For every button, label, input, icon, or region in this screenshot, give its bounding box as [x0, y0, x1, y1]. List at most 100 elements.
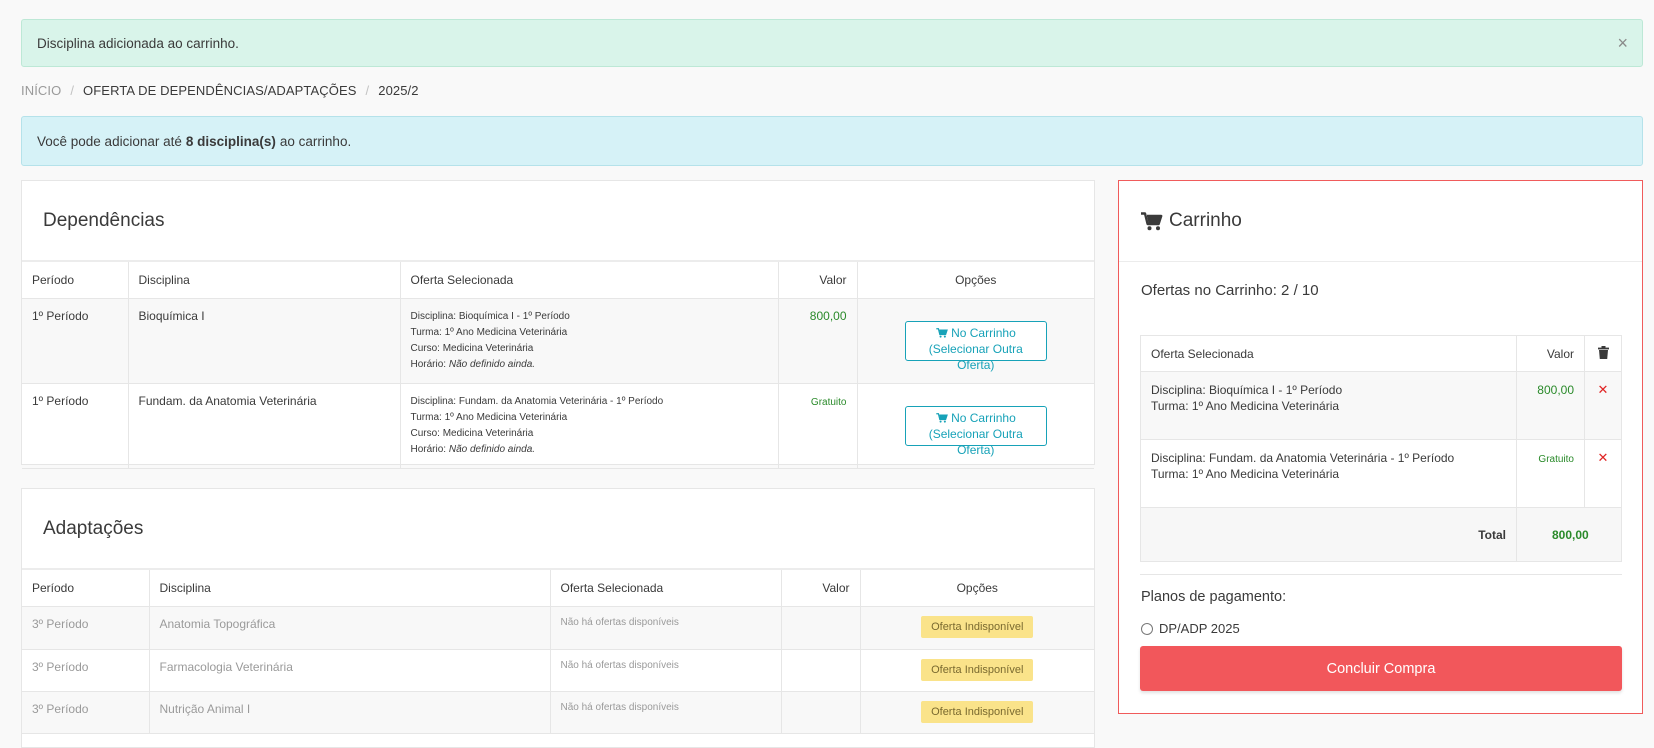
breadcrumb-term: 2025/2 — [378, 83, 419, 98]
cell-periodo: 3º Período — [22, 691, 150, 734]
table-row: 3º Período Farmacologia Veterinária Não … — [22, 649, 1094, 692]
remove-item-icon[interactable]: ✕ — [1598, 450, 1609, 465]
info-alert-highlight: 8 disciplina(s) — [185, 133, 276, 149]
cell-disciplina: Fundam. da Anatomia Veterinária — [128, 383, 401, 469]
cart-total-value: 800,00 — [1516, 507, 1622, 562]
cart-table: Oferta Selecionada Valor Disciplina: Bio… — [1140, 335, 1622, 562]
close-icon[interactable]: × — [1617, 33, 1628, 53]
breadcrumb-home[interactable]: INÍCIO — [21, 83, 61, 98]
table-row: 1º Período Bioquímica I Disciplina: Bioq… — [22, 298, 1094, 384]
dependencias-title: Dependências — [22, 181, 1094, 262]
header-trash — [1584, 335, 1622, 372]
cart-total-row: Total 800,00 — [1140, 507, 1622, 562]
cart-item-row: Disciplina: Fundam. da Anatomia Veteriná… — [1140, 439, 1622, 508]
payment-plan-label: DP/ADP 2025 — [1159, 621, 1240, 636]
offer-horario-value: Não definido ainda. — [448, 358, 536, 370]
offer-turma: Turma: 1º Ano Medicina Veterinária — [410, 411, 568, 423]
cell-valor — [781, 691, 861, 734]
table-row: 3º Período Anatomia Topográfica Não há o… — [22, 606, 1094, 650]
offer-curso: Curso: Medicina Veterinária — [410, 342, 534, 354]
offer-disciplina: Disciplina: Bioquímica I - 1º Período — [410, 310, 570, 322]
cell-opcoes: Oferta Indisponível — [860, 649, 1094, 692]
breadcrumb-separator: / — [365, 83, 370, 98]
cell-oferta: Disciplina: Bioquímica I - 1º Período Tu… — [400, 298, 779, 384]
table-header-row: Período Disciplina Oferta Selecionada Va… — [22, 262, 1094, 299]
info-alert: Você pode adicionar até 8 disciplina(s) … — [21, 116, 1643, 166]
cell-opcoes: Oferta Indisponível — [860, 691, 1094, 734]
cart-item-disciplina: Disciplina: Bioquímica I - 1º Período — [1151, 383, 1343, 397]
payment-plan-option[interactable]: DP/ADP 2025 — [1141, 621, 1240, 636]
cell-valor — [781, 606, 861, 650]
header-valor: Valor — [1516, 335, 1585, 372]
header-opcoes: Opções — [857, 262, 1094, 299]
cell-valor: 800,00 — [778, 298, 858, 384]
cart-title: Carrinho — [1119, 181, 1642, 262]
offer-unavailable-badge: Oferta Indisponível — [921, 700, 1034, 723]
cart-count: Ofertas no Carrinho: 2 / 10 — [1141, 282, 1319, 299]
cell-valor — [781, 649, 861, 692]
remove-item-icon[interactable]: ✕ — [1598, 382, 1609, 397]
offer-detail: Disciplina: Fundam. da Anatomia Veteriná… — [411, 394, 768, 458]
cart-item-turma: Turma: 1º Ano Medicina Veterinária — [1151, 399, 1340, 413]
cell-periodo: 1º Período — [22, 298, 129, 384]
breadcrumb: INÍCIO / OFERTA DE DEPENDÊNCIAS/ADAPTAÇÕ… — [21, 83, 419, 98]
cart-item-offer: Disciplina: Bioquímica I - 1º Período Tu… — [1140, 371, 1517, 440]
adaptacoes-table: Período Disciplina Oferta Selecionada Va… — [22, 570, 1094, 734]
cart-item-turma: Turma: 1º Ano Medicina Veterinária — [1151, 467, 1340, 481]
breadcrumb-separator: / — [70, 83, 75, 98]
trash-icon — [1597, 345, 1609, 359]
header-opcoes: Opções — [860, 570, 1094, 607]
cell-periodo: 1º Período — [22, 383, 129, 469]
price-free: Gratuito — [810, 396, 847, 408]
cell-oferta: Não há ofertas disponíveis — [550, 649, 782, 692]
price-free: Gratuito — [1538, 454, 1574, 465]
offer-curso: Curso: Medicina Veterinária — [410, 427, 534, 439]
cart-item-valor: 800,00 — [1516, 371, 1585, 440]
page: Disciplina adicionada ao carrinho. × INÍ… — [0, 0, 1654, 748]
header-oferta: Oferta Selecionada — [1140, 335, 1517, 372]
cell-valor: Gratuito — [778, 383, 858, 469]
info-alert-suffix: ao carrinho. — [279, 133, 352, 149]
header-periodo: Período — [22, 262, 129, 299]
offer-horario-label: Horário: — [410, 443, 447, 455]
cart-item-disciplina: Disciplina: Fundam. da Anatomia Veteriná… — [1151, 451, 1455, 465]
price-value: 800,00 — [1537, 383, 1574, 397]
cart-title-label: Carrinho — [1169, 210, 1242, 231]
offer-horario: Horário: Não definido ainda. — [411, 357, 768, 373]
shopping-cart-icon — [936, 412, 948, 423]
divider — [1140, 574, 1622, 575]
checkout-button[interactable]: Concluir Compra — [1140, 646, 1622, 691]
offer-unavailable-badge: Oferta Indisponível — [921, 615, 1034, 638]
success-alert: Disciplina adicionada ao carrinho. × — [21, 19, 1643, 67]
table-header-row: Oferta Selecionada Valor — [1140, 335, 1622, 372]
cell-oferta: Disciplina: Fundam. da Anatomia Veteriná… — [400, 383, 779, 469]
cart-total-label: Total — [1140, 507, 1517, 562]
payment-plan-radio[interactable] — [1141, 622, 1153, 635]
breadcrumb-section[interactable]: OFERTA DE DEPENDÊNCIAS/ADAPTAÇÕES — [83, 83, 356, 98]
info-alert-prefix: Você pode adicionar até — [37, 133, 182, 149]
cart-item-remove-cell: ✕ — [1584, 439, 1622, 508]
cell-oferta: Não há ofertas disponíveis — [550, 691, 782, 734]
cell-opcoes: Oferta Indisponível — [860, 606, 1094, 650]
in-cart-button[interactable]: No Carrinho (Selecionar Outra Oferta) — [904, 405, 1047, 457]
table-row: 3º Período Nutrição Animal I Não há ofer… — [22, 691, 1094, 734]
cart-item-remove-cell: ✕ — [1584, 371, 1622, 440]
cell-disciplina: Bioquímica I — [128, 298, 401, 384]
cart-panel: Carrinho Ofertas no Carrinho: 2 / 10 Ofe… — [1118, 180, 1643, 714]
offer-horario-value: Não definido ainda. — [448, 443, 536, 455]
cell-opcoes: No Carrinho (Selecionar Outra Oferta) — [857, 298, 1094, 384]
header-valor: Valor — [781, 570, 861, 607]
cell-periodo: 3º Período — [22, 606, 150, 650]
cell-opcoes: No Carrinho (Selecionar Outra Oferta) — [857, 383, 1094, 469]
offer-horario-label: Horário: — [410, 358, 447, 370]
header-periodo: Período — [22, 570, 150, 607]
cart-item-offer: Disciplina: Fundam. da Anatomia Veteriná… — [1140, 439, 1517, 508]
offer-unavailable-badge: Oferta Indisponível — [921, 658, 1034, 681]
header-valor: Valor — [778, 262, 858, 299]
header-oferta: Oferta Selecionada — [400, 262, 779, 299]
in-cart-label: No Carrinho — [951, 325, 1016, 340]
header-oferta: Oferta Selecionada — [550, 570, 782, 607]
in-cart-button[interactable]: No Carrinho (Selecionar Outra Oferta) — [904, 320, 1047, 372]
header-disciplina: Disciplina — [128, 262, 401, 299]
offer-turma: Turma: 1º Ano Medicina Veterinária — [410, 326, 568, 338]
